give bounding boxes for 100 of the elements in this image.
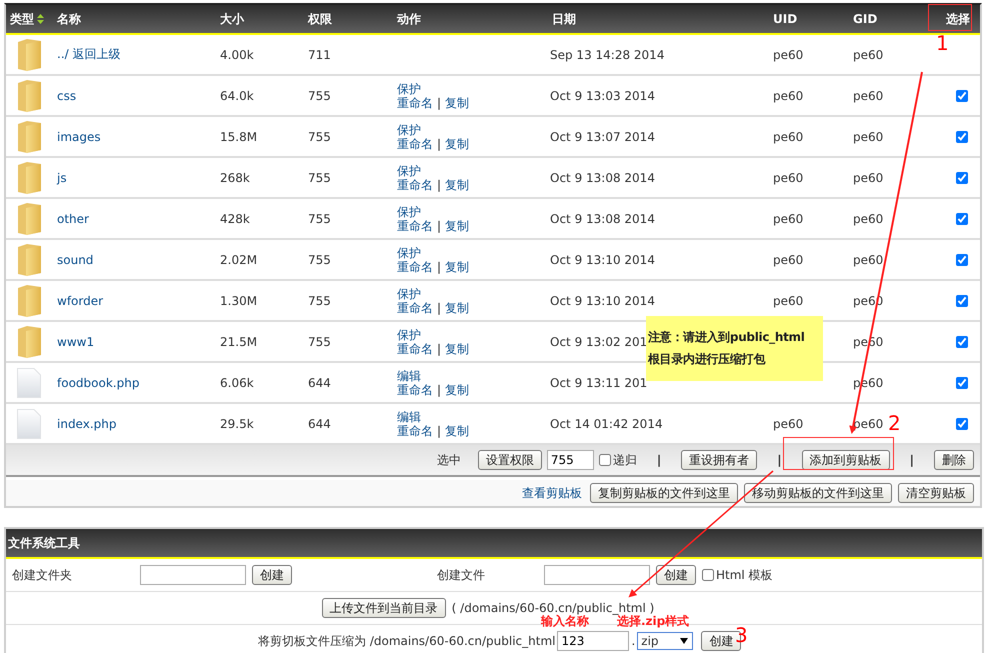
modified-date: Oct 14 01:42 2014	[550, 416, 663, 430]
action-link[interactable]: 重命名	[397, 342, 433, 356]
column-header[interactable]: GID	[853, 12, 878, 26]
column-header[interactable]: 日期	[552, 10, 576, 28]
action-link[interactable]: 编辑	[397, 410, 421, 424]
view-clipboard-link[interactable]: 查看剪贴板	[522, 484, 582, 502]
archive-name-field[interactable]: 123	[557, 631, 630, 651]
file-name-link[interactable]: sound	[57, 252, 94, 266]
select-checkbox[interactable]	[956, 172, 968, 184]
action-link[interactable]: 重命名	[397, 178, 433, 192]
action-link[interactable]: 重命名	[397, 424, 433, 438]
uid: pe60	[773, 48, 804, 62]
gid: pe60	[853, 252, 884, 266]
uid: pe60	[773, 130, 804, 144]
action-link[interactable]: 重命名	[397, 382, 433, 396]
select-checkbox[interactable]	[956, 131, 968, 144]
uid: pe60	[773, 416, 804, 430]
permission: 755	[308, 170, 331, 184]
gid: pe60	[853, 212, 884, 226]
separator: |	[437, 96, 442, 110]
clipboard-button[interactable]: 清空剪贴板	[898, 483, 974, 503]
action-link[interactable]: 保护	[397, 328, 421, 342]
template-checkbox[interactable]	[702, 569, 714, 581]
uid: pe60	[773, 88, 804, 102]
sticky-note: 注意：请进入到public_html 根目录内进行压缩打包	[646, 316, 823, 381]
column-header[interactable]: 名称	[57, 10, 81, 28]
permission-input[interactable]: 755	[546, 450, 594, 470]
permission: 755	[308, 88, 331, 102]
select-checkbox[interactable]	[956, 336, 968, 348]
checkbox-label: Html 模板	[716, 566, 773, 584]
separator: |	[437, 260, 442, 274]
action-link[interactable]: 保护	[397, 246, 421, 260]
file-name-field[interactable]	[544, 565, 650, 585]
action-link[interactable]: 复制	[445, 382, 470, 396]
clipboard-button[interactable]: 移动剪贴板的文件到这里	[744, 483, 892, 503]
separator: |	[656, 453, 662, 467]
action-link[interactable]: 复制	[445, 260, 470, 274]
toolbar-button[interactable]: 设置权限	[478, 450, 542, 470]
format-select[interactable]: zip	[637, 632, 694, 650]
column-header[interactable]: 权限	[308, 10, 332, 28]
modified-date: Oct 9 13:10 2014	[550, 294, 655, 308]
action-link[interactable]: 重命名	[397, 96, 433, 110]
action-link[interactable]: 保护	[397, 286, 421, 300]
column-header[interactable]: UID	[773, 12, 798, 26]
file-name-link[interactable]: foodbook.php	[57, 376, 140, 390]
create-button[interactable]: 创建	[252, 565, 292, 585]
permission: 755	[308, 252, 331, 266]
create-button[interactable]: 创建	[656, 565, 696, 585]
clipboard-button[interactable]: 复制剪贴板的文件到这里	[590, 483, 738, 503]
upload-button[interactable]: 上传文件到当前目录	[322, 598, 446, 618]
action-link[interactable]: 复制	[445, 424, 470, 438]
select-checkbox[interactable]	[956, 418, 968, 430]
select-checkbox[interactable]	[956, 295, 968, 308]
folder-icon	[17, 242, 43, 276]
action-link[interactable]: 重命名	[397, 260, 433, 274]
file-name-link[interactable]: other	[57, 212, 89, 226]
action-link[interactable]: 复制	[445, 178, 470, 192]
action-link[interactable]: 重命名	[397, 300, 433, 314]
folder-name-field[interactable]	[140, 565, 246, 585]
column-header[interactable]: 选择	[946, 10, 970, 28]
action-link[interactable]: 复制	[445, 300, 470, 314]
action-link[interactable]: 保护	[397, 82, 421, 96]
select-checkbox[interactable]	[956, 254, 968, 266]
file-name-link[interactable]: wforder	[57, 294, 104, 308]
select-checkbox[interactable]	[956, 213, 968, 226]
extension-dot: .	[631, 634, 636, 648]
action-link[interactable]: 重命名	[397, 218, 433, 232]
column-header[interactable]: 类型	[10, 10, 34, 28]
step-number: 1	[936, 32, 949, 54]
column-header[interactable]: 大小	[220, 10, 244, 28]
folder-icon	[17, 38, 43, 72]
toolbar-button[interactable]: 添加到剪贴板	[802, 450, 890, 470]
toolbar-button[interactable]: 重设拥有者	[681, 450, 758, 470]
action-link[interactable]: 保护	[397, 204, 421, 218]
modified-date: Oct 9 13:10 2014	[550, 252, 655, 266]
file-name-link[interactable]: css	[57, 88, 76, 102]
caret-icon	[680, 638, 688, 644]
select-checkbox[interactable]	[956, 377, 968, 390]
file-name-link[interactable]: js	[57, 170, 67, 184]
uid: pe60	[773, 252, 804, 266]
file-name-link[interactable]: ../ 返回上级	[57, 47, 120, 61]
action-link[interactable]: 复制	[445, 218, 470, 232]
action-link[interactable]: 重命名	[397, 136, 433, 150]
action-link[interactable]: 复制	[445, 136, 470, 150]
permission: 644	[308, 376, 331, 390]
separator: |	[437, 300, 442, 314]
file-name-link[interactable]: index.php	[57, 416, 116, 430]
file-name-link[interactable]: www1	[57, 334, 94, 348]
column-header[interactable]: 动作	[397, 10, 421, 28]
action-link[interactable]: 保护	[397, 164, 421, 178]
action-link[interactable]: 复制	[445, 96, 470, 110]
selected-label: 选中	[436, 452, 461, 468]
recursive-checkbox[interactable]	[598, 454, 611, 466]
toolbar-button[interactable]: 删除	[934, 450, 974, 470]
select-checkbox[interactable]	[956, 90, 968, 102]
action-link[interactable]: 保护	[397, 122, 421, 136]
action-link[interactable]: 编辑	[397, 368, 421, 382]
file-name-link[interactable]: images	[57, 130, 101, 144]
action-link[interactable]: 复制	[445, 342, 470, 356]
folder-icon	[17, 160, 43, 194]
